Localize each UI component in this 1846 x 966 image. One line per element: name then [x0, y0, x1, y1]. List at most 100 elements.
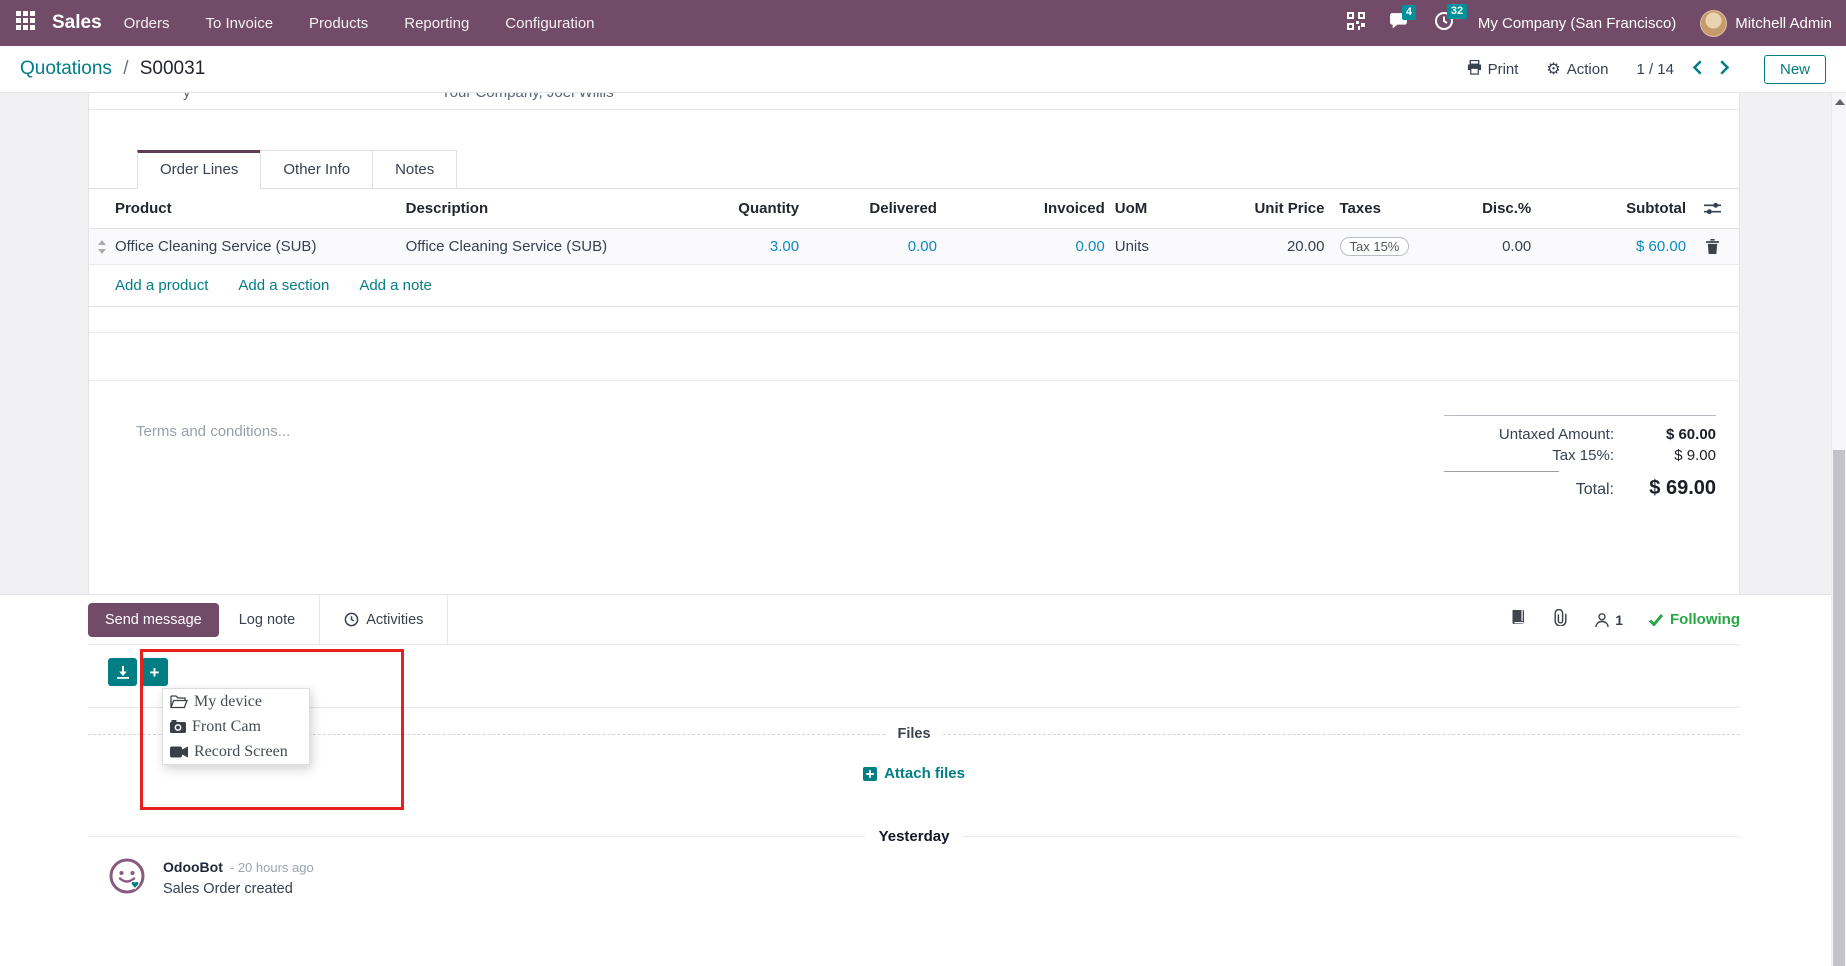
invoiced-column-header[interactable]: Invoiced [937, 200, 1105, 217]
nav-menu: Orders To Invoice Products Reporting Con… [124, 15, 595, 32]
uom-column-header[interactable]: UoM [1105, 200, 1205, 217]
breadcrumb-current-record: S00031 [140, 58, 206, 79]
subtotal-column-header[interactable]: Subtotal [1531, 200, 1686, 217]
nav-item-configuration[interactable]: Configuration [505, 15, 594, 32]
menu-item-front-cam[interactable]: Front Cam [163, 714, 309, 739]
scroll-up-arrow-icon[interactable] [1835, 99, 1845, 105]
vertical-scrollbar[interactable] [1831, 93, 1846, 966]
folder-open-icon [170, 695, 188, 709]
navbar-left: Sales Orders To Invoice Products Reporti… [10, 8, 595, 38]
action-button[interactable]: ⚙ Action [1546, 61, 1608, 78]
chatter-inner: Send message Log note Activities [88, 595, 1740, 966]
previous-record-button[interactable] [1692, 60, 1702, 79]
app-name[interactable]: Sales [52, 12, 102, 34]
delivered-column-header[interactable]: Delivered [799, 200, 937, 217]
discount-column-header[interactable]: Disc.% [1417, 200, 1531, 217]
terms-and-conditions-placeholder[interactable]: Terms and conditions... [136, 423, 290, 440]
add-attachment-button[interactable]: + [141, 658, 168, 686]
dashed-line [943, 734, 1740, 735]
attach-files-label: Attach files [884, 765, 965, 782]
send-message-button[interactable]: Send message [88, 603, 219, 637]
message-body: Sales Order created [163, 881, 314, 897]
message-log-button[interactable] [1510, 609, 1527, 630]
clock-icon [344, 612, 359, 627]
toolbar-divider [447, 595, 448, 644]
new-button[interactable]: New [1764, 55, 1826, 84]
tab-order-lines[interactable]: Order Lines [137, 150, 261, 189]
tax-label: Tax 15%: [1446, 447, 1614, 464]
totals-block: Untaxed Amount: $ 60.00 Tax 15%: $ 9.00 … [1444, 415, 1716, 502]
subtotal-cell: $ 60.00 [1531, 238, 1686, 255]
clipped-field-label-fragment: y [183, 93, 191, 101]
content-area: y Your Company, Joel Willis Order Lines … [0, 93, 1846, 966]
attach-files-button[interactable]: Attach files [863, 765, 965, 782]
apps-menu-button[interactable] [10, 8, 40, 38]
scrollbar-thumb[interactable] [1833, 450, 1845, 966]
delete-line-button[interactable] [1686, 239, 1739, 254]
order-lines-table: Product Description Quantity Delivered I… [89, 189, 1739, 307]
product-cell[interactable]: Office Cleaning Service (SUB) [115, 238, 406, 255]
following-button[interactable]: Following [1649, 611, 1740, 628]
nav-item-products[interactable]: Products [309, 15, 368, 32]
barcode-button[interactable] [1347, 12, 1365, 34]
add-a-section-link[interactable]: Add a section [238, 277, 329, 294]
menu-item-my-device[interactable]: My device [163, 689, 309, 714]
messages-button[interactable]: 4 [1389, 12, 1410, 35]
odoobot-avatar [108, 857, 146, 900]
files-divider-label: Files [897, 726, 930, 742]
company-switcher[interactable]: My Company (San Francisco) [1478, 15, 1676, 32]
nav-item-to-invoice[interactable]: To Invoice [206, 15, 274, 32]
date-divider: Yesterday [88, 828, 1740, 845]
invoiced-cell[interactable]: 0.00 [937, 238, 1105, 255]
attachment-buttons: + [108, 658, 1740, 686]
nav-item-reporting[interactable]: Reporting [404, 15, 469, 32]
followers-button[interactable]: 1 [1594, 612, 1623, 628]
tab-other-info[interactable]: Other Info [260, 150, 373, 189]
activities-button[interactable]: Activities [344, 612, 423, 628]
discount-cell[interactable]: 0.00 [1417, 238, 1531, 255]
taxes-column-header[interactable]: Taxes [1325, 200, 1418, 217]
attachments-button[interactable] [1553, 609, 1568, 631]
clipped-field-row: y Your Company, Joel Willis [89, 93, 1739, 110]
tab-notes[interactable]: Notes [372, 150, 457, 189]
control-panel-right: Print ⚙ Action 1 / 14 New [1467, 55, 1826, 84]
add-a-note-link[interactable]: Add a note [359, 277, 432, 294]
menu-item-record-screen[interactable]: Record Screen [163, 739, 309, 764]
quantity-cell[interactable]: 3.00 [648, 238, 799, 255]
next-record-button[interactable] [1720, 60, 1730, 79]
order-line-row[interactable]: Office Cleaning Service (SUB) Office Cle… [89, 229, 1739, 265]
taxes-cell[interactable]: Tax 15% [1325, 237, 1418, 256]
description-cell[interactable]: Office Cleaning Service (SUB) [406, 238, 649, 255]
composer-divider [88, 707, 1740, 708]
quantity-column-header[interactable]: Quantity [648, 200, 799, 217]
date-divider-label: Yesterday [879, 828, 950, 845]
user-menu[interactable]: Mitchell Admin [1700, 10, 1832, 37]
log-note-button[interactable]: Log note [239, 612, 295, 628]
camera-icon [170, 720, 186, 733]
drag-handle[interactable] [89, 240, 115, 254]
unit-price-cell[interactable]: 20.00 [1205, 238, 1325, 255]
optional-columns-button[interactable] [1686, 202, 1739, 215]
column-options-icon [1704, 202, 1721, 215]
unit-price-column-header[interactable]: Unit Price [1205, 200, 1325, 217]
breadcrumb-quotations-link[interactable]: Quotations [20, 58, 112, 79]
product-column-header[interactable]: Product [115, 200, 406, 217]
follower-count: 1 [1615, 612, 1623, 628]
untaxed-amount-row: Untaxed Amount: $ 60.00 [1444, 424, 1716, 445]
form-sheet: y Your Company, Joel Willis Order Lines … [88, 93, 1740, 594]
uom-cell[interactable]: Units [1105, 238, 1205, 255]
person-icon [1594, 612, 1610, 628]
description-column-header[interactable]: Description [406, 200, 649, 217]
nav-item-orders[interactable]: Orders [124, 15, 170, 32]
upload-file-button[interactable] [108, 658, 137, 686]
video-camera-icon [170, 746, 188, 758]
message-author[interactable]: OdooBot [163, 859, 223, 875]
divider-line [88, 836, 865, 837]
message-timestamp: - 20 hours ago [230, 860, 314, 875]
delivered-cell[interactable]: 0.00 [799, 238, 937, 255]
clipped-field-value[interactable]: Your Company, Joel Willis [441, 93, 614, 101]
activities-clock-button[interactable]: 32 [1434, 11, 1454, 35]
add-a-product-link[interactable]: Add a product [115, 277, 208, 294]
following-label: Following [1670, 611, 1740, 628]
print-button[interactable]: Print [1467, 60, 1519, 79]
